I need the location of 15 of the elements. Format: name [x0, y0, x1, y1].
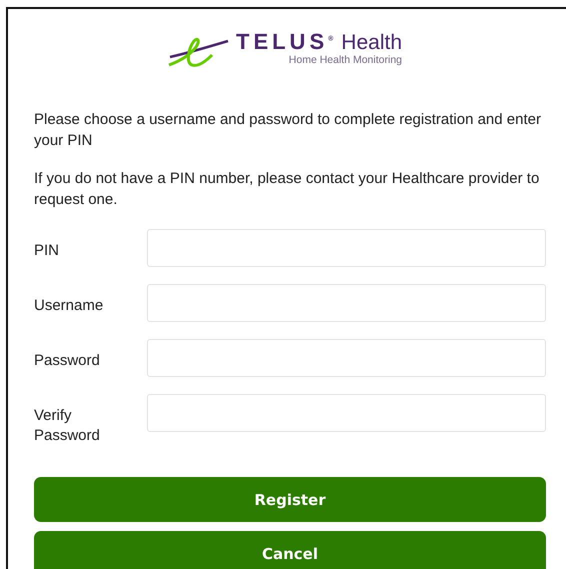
- instruction-text: If you do not have a PIN number, please contact your Healthcare provider to request one.: [34, 169, 540, 210]
- logo-product: Health: [341, 31, 402, 55]
- field-label: Verify Password: [34, 406, 101, 446]
- field-label: PIN: [34, 241, 60, 261]
- input-field[interactable]: [147, 284, 546, 322]
- input-field[interactable]: [147, 394, 546, 432]
- register-button[interactable]: Register: [34, 477, 546, 522]
- instruction-text: Please choose a username and password to complete registration and enter your PIN: [34, 110, 542, 151]
- logo-tagline: Home Health Monitoring: [288, 54, 402, 66]
- field-label: Password: [34, 351, 101, 371]
- input-field[interactable]: [147, 229, 546, 267]
- field-label: Username: [34, 296, 104, 316]
- logo-brand: TELUS$^{®}$: [236, 29, 334, 55]
- cancel-button[interactable]: Cancel: [34, 531, 546, 569]
- input-field[interactable]: [147, 339, 546, 377]
